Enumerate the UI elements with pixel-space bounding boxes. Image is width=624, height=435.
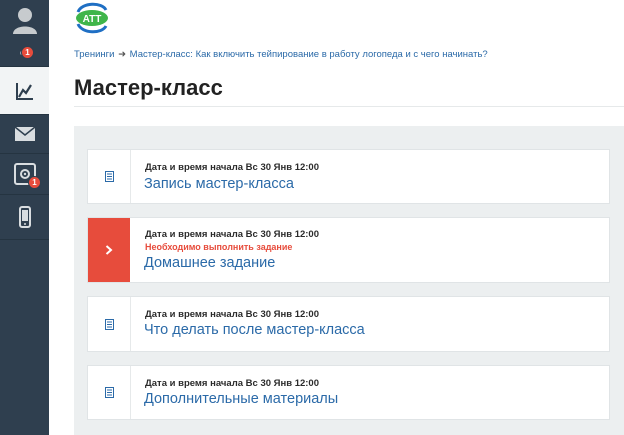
safe-badge: 1: [28, 176, 41, 189]
lesson-card[interactable]: Дата и время начала Вс 30 Янв 12:00 Необ…: [87, 217, 610, 283]
user-avatar-icon[interactable]: [0, 0, 49, 40]
breadcrumb: Тренинги ➜ Мастер-класс: Как включить те…: [74, 49, 488, 60]
envelope-icon: [14, 127, 35, 141]
document-icon: [104, 171, 114, 182]
document-icon: [104, 387, 114, 398]
school-logo[interactable]: ATT: [74, 2, 110, 34]
lesson-title-link[interactable]: Дополнительные материалы: [144, 391, 338, 407]
notification-badge: 1: [21, 46, 34, 59]
lesson-start-time: Дата и время начала Вс 30 Янв 12:00: [145, 309, 319, 320]
lesson-warning: Необходимо выполнить задание: [145, 242, 293, 252]
lesson-title-link[interactable]: Что делать после мастер-класса: [144, 322, 365, 338]
lesson-start-time: Дата и время начала Вс 30 Янв 12:00: [145, 162, 319, 173]
page-title: Мастер-класс: [74, 75, 223, 100]
lesson-icon-cell: [88, 366, 131, 419]
chevron-right-icon: [105, 245, 113, 255]
lesson-card[interactable]: Дата и время начала Вс 30 Янв 12:00 Допо…: [87, 365, 610, 420]
lesson-title-link[interactable]: Запись мастер-класса: [144, 176, 294, 192]
lesson-icon-cell: [88, 297, 131, 351]
lesson-start-time: Дата и время начала Вс 30 Янв 12:00: [145, 229, 319, 240]
lesson-title-link[interactable]: Домашнее задание: [144, 255, 275, 271]
lesson-card[interactable]: Дата и время начала Вс 30 Янв 12:00 Что …: [87, 296, 610, 352]
notifications-item[interactable]: 1: [0, 40, 49, 66]
breadcrumb-current-link[interactable]: Мастер-класс: Как включить тейпирование …: [130, 49, 488, 60]
mobile-phone-icon: [18, 206, 31, 228]
chart-icon: [15, 82, 33, 100]
sidebar-item-messages[interactable]: [0, 115, 49, 153]
document-icon: [104, 318, 114, 330]
lesson-card[interactable]: Дата и время начала Вс 30 Янв 12:00 Запи…: [87, 149, 610, 204]
sidebar-item-trainings[interactable]: [0, 67, 49, 114]
lesson-icon-cell: [88, 150, 131, 203]
breadcrumb-arrow-icon: ➜: [118, 49, 127, 60]
sidebar: 1 1: [0, 0, 49, 435]
sidebar-item-mobile[interactable]: [0, 195, 49, 239]
sidebar-item-safe[interactable]: 1: [0, 154, 49, 194]
breadcrumb-root-link[interactable]: Тренинги: [74, 49, 114, 60]
lesson-start-time: Дата и время начала Вс 30 Янв 12:00: [145, 378, 319, 389]
title-divider: [74, 106, 624, 107]
lesson-icon-cell: [88, 218, 130, 282]
svg-text:ATT: ATT: [83, 14, 102, 25]
